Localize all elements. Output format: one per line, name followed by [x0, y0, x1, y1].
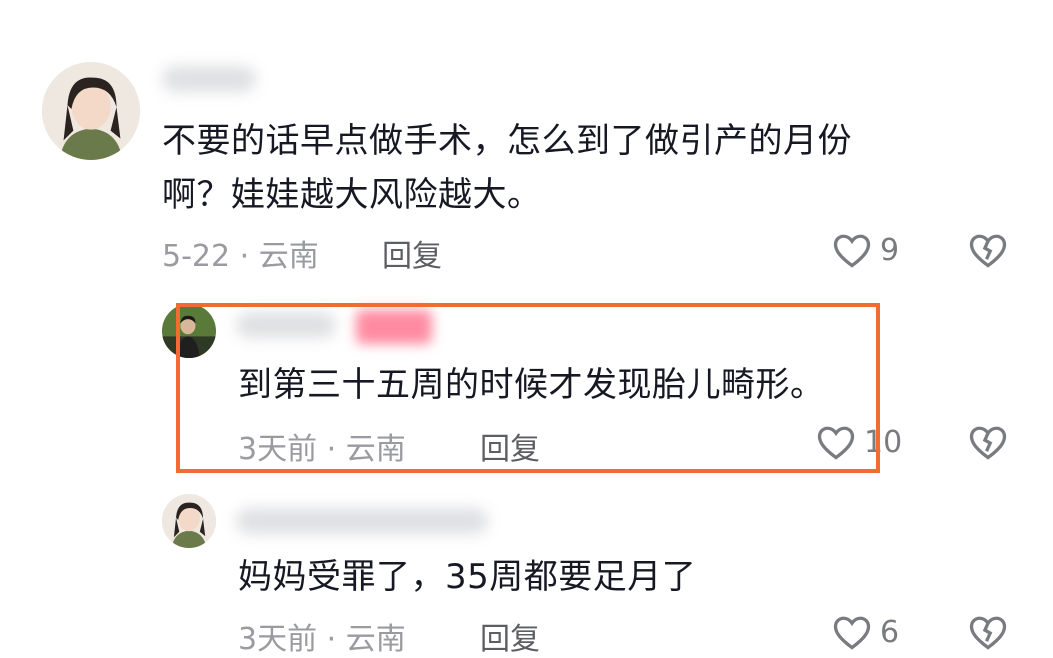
comment-text-line2: 啊？娃娃越大风险越大。: [162, 175, 542, 215]
reply-text: 妈妈受罪了，35周都要足月了: [238, 557, 697, 597]
heart-outline-icon: [833, 616, 871, 650]
author-badge: [356, 310, 432, 344]
username-blurred[interactable]: [162, 66, 256, 92]
username-blurred[interactable]: [236, 312, 336, 338]
comment-meta: 5-22 · 云南: [162, 239, 319, 274]
like-count: 10: [864, 424, 903, 460]
broken-heart-icon: [969, 616, 1007, 650]
like-button[interactable]: 9: [830, 228, 899, 272]
like-count: 6: [880, 614, 900, 650]
like-count: 9: [880, 232, 900, 268]
reply-meta: 3天前 · 云南: [238, 432, 406, 467]
heart-outline-icon: [817, 426, 855, 460]
username-blurred[interactable]: [236, 508, 488, 534]
dislike-button[interactable]: [966, 228, 1010, 276]
reply-button[interactable]: 回复: [480, 424, 540, 468]
broken-heart-icon: [969, 426, 1007, 460]
reply-button[interactable]: 回复: [382, 231, 442, 275]
like-button[interactable]: 10: [814, 420, 902, 464]
avatar[interactable]: [162, 494, 216, 548]
dislike-button[interactable]: [966, 420, 1010, 468]
reply-text: 到第三十五周的时候才发现胎儿畸形。: [238, 365, 825, 405]
broken-heart-icon: [969, 234, 1007, 268]
heart-outline-icon: [833, 234, 871, 268]
avatar[interactable]: [162, 304, 216, 358]
avatar[interactable]: [42, 62, 140, 160]
reply-meta: 3天前 · 云南: [238, 622, 406, 657]
comment-text-line1: 不要的话早点做手术，怎么到了做引产的月份: [162, 121, 852, 161]
like-button[interactable]: 6: [830, 610, 899, 654]
reply-button[interactable]: 回复: [480, 614, 540, 658]
dislike-button[interactable]: [966, 610, 1010, 658]
